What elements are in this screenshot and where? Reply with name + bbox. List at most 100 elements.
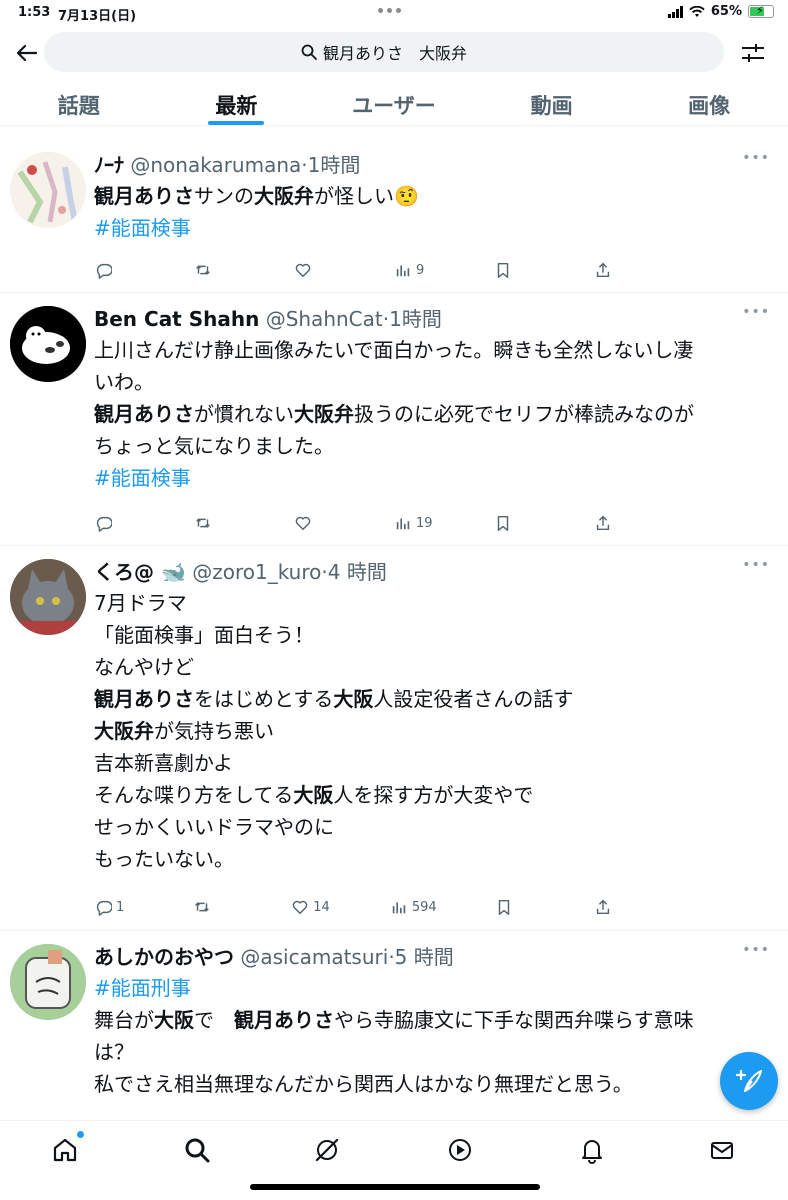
reply-button[interactable] bbox=[94, 514, 134, 532]
text-segment: ちょっと気になりました。 bbox=[94, 434, 334, 458]
compose-icon bbox=[735, 1069, 762, 1092]
new-posts-dot bbox=[77, 1131, 84, 1138]
text-segment: 上川さんだけ静止画像みたいで面白かった。瞬きも全然しないし凄 bbox=[94, 338, 694, 362]
search-header: 観月ありさ 大阪弁 bbox=[0, 30, 788, 76]
tweet-actions: 1 14 594 bbox=[94, 895, 634, 919]
author-name[interactable]: Ben Cat Shahn bbox=[94, 307, 259, 331]
nav-home[interactable] bbox=[48, 1131, 84, 1167]
search-input[interactable]: 観月ありさ 大阪弁 bbox=[44, 32, 724, 72]
tweet[interactable]: くろ@ 🐋 @zoro1_kuro·4 時間 ••• 7月ドラマ 「能面検事」面白… bbox=[0, 547, 788, 931]
text-segment: サンの bbox=[194, 184, 254, 208]
views-button[interactable]: 594 bbox=[390, 898, 437, 916]
avatar[interactable] bbox=[10, 152, 86, 228]
tweet-line: いわ。 bbox=[94, 366, 770, 398]
nav-grok[interactable] bbox=[310, 1133, 344, 1167]
retweet-icon bbox=[196, 265, 210, 275]
retweet-icon bbox=[196, 518, 210, 528]
avatar[interactable] bbox=[10, 944, 86, 1020]
tab-people[interactable]: ユーザー bbox=[315, 78, 473, 125]
tweet-time[interactable]: 4 時間 bbox=[328, 560, 387, 584]
reply-icon bbox=[96, 263, 112, 279]
like-button[interactable] bbox=[294, 261, 334, 279]
bookmark-button[interactable] bbox=[495, 898, 535, 916]
tweet[interactable]: ﾉｰﾅ @nonakarumana·1時間 ••• 観月ありさサンの大阪弁が怪し… bbox=[0, 140, 788, 293]
tweet-line: そんな喋り方をしてる大阪人を探す方が大変やで bbox=[94, 779, 770, 811]
more-options-icon[interactable]: ••• bbox=[742, 942, 770, 958]
share-button[interactable] bbox=[594, 514, 634, 532]
tweet-line: もったいない。 bbox=[94, 843, 770, 875]
tweet-time[interactable]: 1時間 bbox=[389, 307, 442, 331]
retweet-button[interactable] bbox=[194, 514, 234, 532]
tweet[interactable]: Ben Cat Shahn @ShahnCat·1時間 ••• 上川さんだけ静止… bbox=[0, 294, 788, 546]
views-button[interactable]: 19 bbox=[394, 514, 434, 532]
search-filter-button[interactable] bbox=[738, 38, 768, 68]
more-options-icon[interactable]: ••• bbox=[742, 557, 770, 573]
tweet-time[interactable]: 5 時間 bbox=[395, 945, 454, 969]
share-button[interactable] bbox=[594, 261, 634, 279]
heart-icon bbox=[295, 516, 311, 531]
tweet-line: #能面刑事 bbox=[94, 972, 770, 1004]
retweet-button[interactable] bbox=[194, 261, 234, 279]
tab-latest[interactable]: 最新 bbox=[158, 78, 316, 125]
author-name[interactable]: くろ@ 🐋 bbox=[94, 560, 186, 584]
views-icon bbox=[396, 518, 410, 530]
tweet[interactable]: あしかのおやつ @asicamatsuri·5 時間 ••• #能面刑事 舞台が大… bbox=[0, 932, 788, 1132]
avatar[interactable] bbox=[10, 559, 86, 635]
avatar[interactable] bbox=[10, 306, 86, 382]
highlighted-term: 観月ありさ bbox=[94, 687, 194, 711]
hashtag-link[interactable]: #能面刑事 bbox=[94, 976, 191, 1000]
retweet-button[interactable] bbox=[193, 898, 233, 916]
highlighted-term: 観月ありさ bbox=[94, 402, 194, 426]
tab-images[interactable]: 画像 bbox=[630, 78, 788, 125]
tab-top[interactable]: 話題 bbox=[0, 78, 158, 125]
nav-videos[interactable] bbox=[443, 1133, 477, 1167]
author-handle[interactable]: @nonakarumana bbox=[130, 153, 301, 177]
bookmark-button[interactable] bbox=[494, 514, 534, 532]
text-segment: いわ。 bbox=[94, 370, 154, 394]
nav-messages[interactable] bbox=[705, 1133, 739, 1167]
tweet-header: あしかのおやつ @asicamatsuri·5 時間 bbox=[94, 945, 454, 969]
author-handle[interactable]: @zoro1_kuro bbox=[192, 560, 321, 584]
sliders-icon bbox=[742, 44, 764, 62]
text-segment: せっかくいいドラマやのに bbox=[94, 815, 334, 839]
play-icon bbox=[449, 1139, 471, 1161]
text-segment: そんな喋り方をしてる bbox=[94, 783, 294, 807]
status-date: 7月13日(日) bbox=[58, 9, 137, 24]
hashtag-link[interactable]: #能面検事 bbox=[94, 216, 191, 240]
tweet-time[interactable]: 1時間 bbox=[308, 153, 361, 177]
share-button[interactable] bbox=[594, 898, 634, 916]
author-name[interactable]: ﾉｰﾅ bbox=[94, 153, 124, 177]
tweet-line: 観月ありさが慣れない大阪弁扱うのに必死でセリフが棒読みなのが bbox=[94, 398, 770, 430]
tweet-actions: 9 bbox=[94, 258, 634, 282]
arrow-left-icon bbox=[16, 44, 38, 62]
more-options-icon[interactable]: ••• bbox=[742, 150, 770, 166]
author-name[interactable]: あしかのおやつ bbox=[94, 945, 234, 969]
views-button[interactable]: 9 bbox=[394, 261, 434, 279]
tweet-line: 観月ありさをはじめとする大阪人設定役者さんの話す bbox=[94, 683, 770, 715]
text-segment: やら寺脇康文に下手な関西弁喋らす意味 bbox=[334, 1008, 694, 1032]
views-icon bbox=[392, 902, 406, 914]
author-handle[interactable]: @ShahnCat bbox=[266, 307, 383, 331]
hashtag-link[interactable]: #能面検事 bbox=[94, 466, 191, 490]
nav-notifications[interactable] bbox=[575, 1133, 609, 1167]
compose-button[interactable] bbox=[720, 1052, 778, 1110]
tab-videos[interactable]: 動画 bbox=[473, 78, 631, 125]
tweet-line: 上川さんだけ静止画像みたいで面白かった。瞬きも全然しないし凄 bbox=[94, 334, 770, 366]
multitask-dots-icon[interactable] bbox=[378, 8, 401, 13]
nav-explore[interactable] bbox=[180, 1133, 214, 1167]
bookmark-button[interactable] bbox=[494, 261, 534, 279]
text-segment: が怪しい🤨 bbox=[314, 184, 419, 208]
cellular-signal-icon bbox=[667, 5, 683, 18]
highlighted-term: 大阪 bbox=[293, 783, 334, 807]
battery-icon: ⚡ bbox=[748, 4, 774, 18]
reply-button[interactable]: 1 bbox=[94, 898, 134, 916]
back-button[interactable] bbox=[12, 38, 42, 68]
home-icon bbox=[53, 1138, 77, 1162]
like-count: 14 bbox=[313, 899, 330, 915]
reply-button[interactable] bbox=[94, 261, 134, 279]
more-options-icon[interactable]: ••• bbox=[742, 304, 770, 320]
author-handle[interactable]: @asicamatsuri bbox=[240, 945, 388, 969]
like-button[interactable]: 14 bbox=[291, 898, 331, 916]
like-button[interactable] bbox=[294, 514, 334, 532]
home-indicator[interactable] bbox=[250, 1184, 540, 1190]
